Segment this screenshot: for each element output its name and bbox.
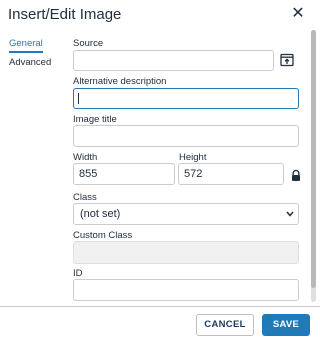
image-title-input[interactable]: [73, 125, 299, 147]
chevron-down-icon: [286, 211, 294, 217]
save-button[interactable]: SAVE: [262, 314, 310, 336]
height-label: Height: [179, 152, 207, 163]
scrollbar-thumb[interactable]: [311, 30, 316, 288]
image-title-label: Image title: [73, 114, 117, 125]
dialog-title: Insert/Edit Image: [8, 6, 122, 23]
custom-class-label: Custom Class: [73, 230, 133, 241]
alt-label: Alternative description: [73, 76, 167, 87]
active-tab-indicator: [9, 51, 43, 53]
width-input[interactable]: [73, 163, 175, 185]
text-caret: [78, 93, 79, 104]
browse-icon[interactable]: [280, 53, 294, 67]
image-dialog: Insert/Edit Image ✕ General Advanced Sou…: [0, 0, 320, 343]
tab-advanced[interactable]: Advanced: [9, 57, 51, 68]
source-label: Source: [73, 38, 104, 49]
source-input[interactable]: [73, 50, 274, 71]
class-select[interactable]: (not set): [73, 203, 299, 225]
id-input[interactable]: [73, 279, 299, 301]
close-icon[interactable]: ✕: [289, 4, 307, 24]
lock-icon[interactable]: [290, 169, 302, 182]
id-label: ID: [73, 268, 83, 279]
custom-class-input: [73, 241, 299, 264]
width-label: Width: [73, 152, 98, 163]
alt-description-input[interactable]: [73, 88, 299, 109]
cancel-button[interactable]: CANCEL: [196, 314, 254, 336]
class-select-value: (not set): [80, 208, 121, 220]
class-label: Class: [73, 192, 97, 203]
height-input[interactable]: [178, 163, 284, 185]
tab-general[interactable]: General: [9, 38, 43, 49]
